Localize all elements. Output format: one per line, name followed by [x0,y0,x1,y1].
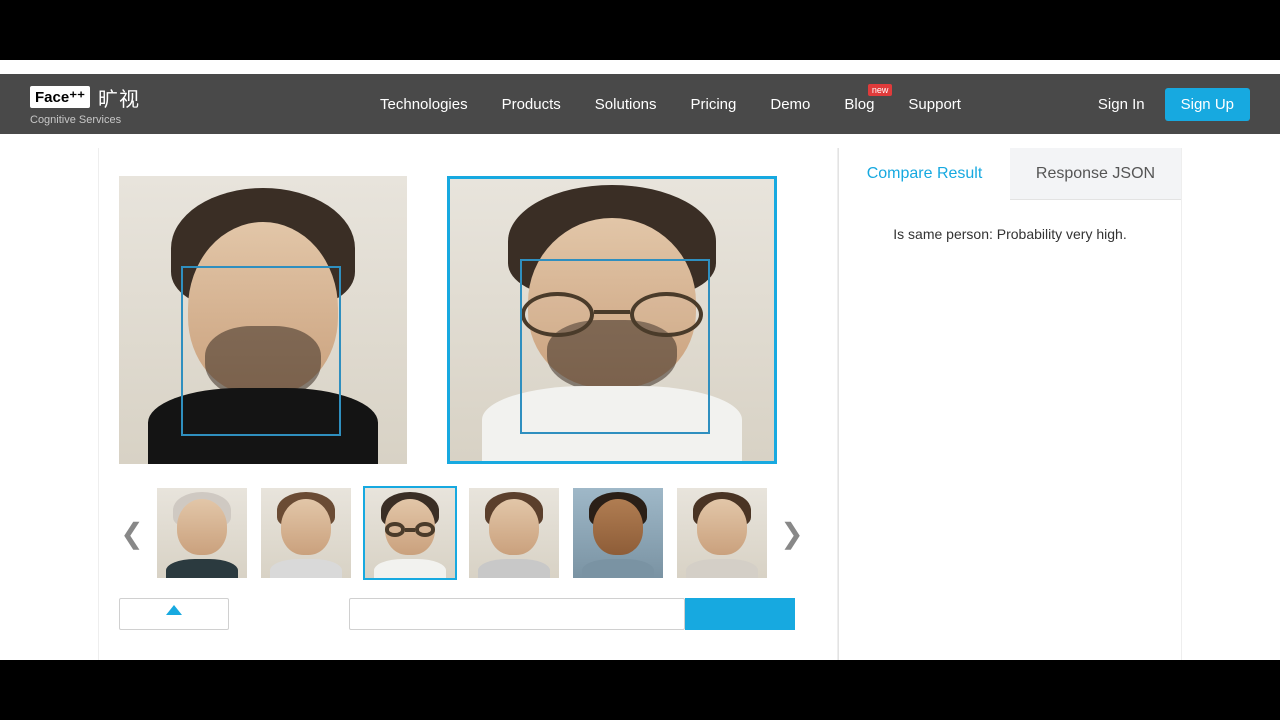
upload-row [119,598,817,630]
letterbox-bottom [0,660,1280,720]
content: ❮ ❯ Compare [98,148,1182,668]
submit-button[interactable] [685,598,795,630]
signin-link[interactable]: Sign In [1098,96,1145,113]
thumbnail-carousel: ❮ ❯ [119,488,817,578]
thumb-woman-2[interactable] [469,488,559,578]
result-panel: Compare Result Response JSON Is same per… [838,148,1182,668]
thumb-woman-4[interactable] [677,488,767,578]
nav-products[interactable]: Products [502,96,561,113]
thumb-bearded-man-glasses[interactable] [365,488,455,578]
logo-subtitle: Cognitive Services [30,114,140,126]
carousel-prev-button[interactable]: ❮ [119,493,145,573]
nav-pricing[interactable]: Pricing [691,96,737,113]
new-badge: new [868,84,893,96]
nav-solutions[interactable]: Solutions [595,96,657,113]
nav-blog[interactable]: Blog new [844,96,874,113]
thumb-elderly-man[interactable] [157,488,247,578]
face-bounding-box [181,266,341,436]
face-bounding-box [520,259,710,434]
logo-brand: Face⁺⁺ [30,86,90,108]
thumb-woman-3[interactable] [573,488,663,578]
letterbox-top [0,0,1280,60]
upload-button[interactable] [119,598,229,630]
primary-nav: Technologies Products Solutions Pricing … [380,96,1068,113]
source-image[interactable] [119,176,407,464]
signup-button[interactable]: Sign Up [1165,88,1250,121]
nav-blog-label: Blog [844,96,874,113]
compare-panel: ❮ ❯ [98,148,838,668]
thumb-woman-1[interactable] [261,488,351,578]
target-image[interactable] [447,176,777,464]
tab-compare-result[interactable]: Compare Result [839,148,1010,200]
main-header: Face⁺⁺ 旷视 Cognitive Services Technologie… [0,74,1280,134]
carousel-next-button[interactable]: ❯ [779,493,805,573]
tab-response-json[interactable]: Response JSON [1010,148,1181,200]
url-input[interactable] [349,598,685,630]
logo[interactable]: Face⁺⁺ 旷视 Cognitive Services [30,83,140,126]
result-text: Is same person: Probability very high. [839,200,1181,268]
nav-support[interactable]: Support [908,96,961,113]
nav-demo[interactable]: Demo [770,96,810,113]
logo-cn: 旷视 [98,83,140,112]
nav-technologies[interactable]: Technologies [380,96,468,113]
